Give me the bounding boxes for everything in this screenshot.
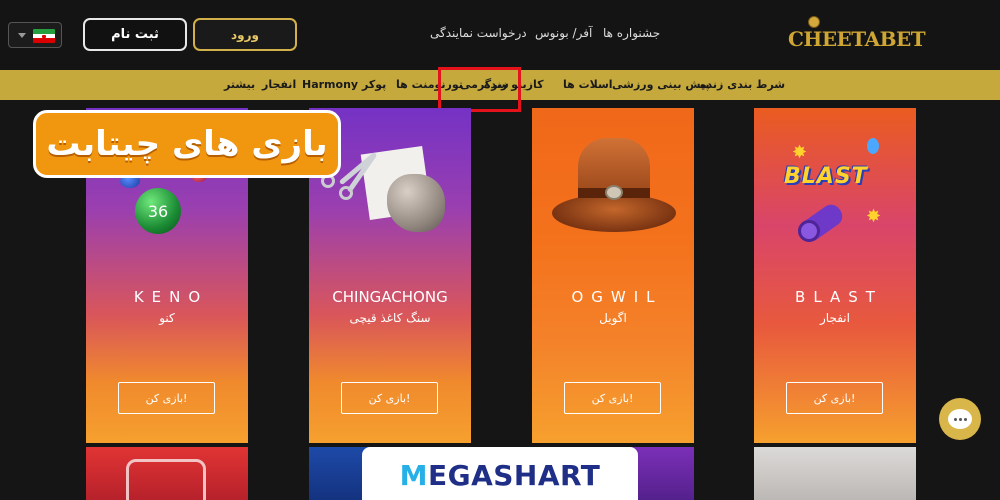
play-button-ogwil[interactable]: بازی کن! xyxy=(564,382,661,414)
chevron-down-icon xyxy=(18,33,26,38)
star-icon: ✸ xyxy=(792,142,808,163)
game-name: CHINGACHONG xyxy=(332,288,448,306)
chat-icon xyxy=(948,409,972,429)
game-name: KENO xyxy=(133,288,209,306)
keno-ball-icon: 36 xyxy=(135,188,181,234)
nav-more[interactable]: بیشتر xyxy=(224,78,255,91)
nav-poker[interactable]: پوکر xyxy=(362,78,386,91)
register-button[interactable]: ثبت نام xyxy=(83,18,187,51)
game-card-ogwil[interactable]: OGWIL اگویل بازی کن! xyxy=(532,108,694,443)
play-button-keno[interactable]: بازی کن! xyxy=(118,382,215,414)
nav-slots[interactable]: اسلات ها xyxy=(563,78,613,91)
login-button[interactable]: ورود xyxy=(193,18,297,51)
top-link-festivals[interactable]: جشنواره ها xyxy=(603,26,660,40)
overlay-title: بازی های چیتابت xyxy=(33,110,341,178)
flag-iran-icon xyxy=(33,29,55,43)
top-link-offers[interactable]: آفر/ بونوس xyxy=(535,26,592,40)
watermark-logo: M EGASHART xyxy=(362,447,638,500)
game-card-partial[interactable] xyxy=(754,447,916,500)
header: ثبت نام ورود جشنواره ها آفر/ بونوس درخوا… xyxy=(0,0,1000,70)
chat-button[interactable] xyxy=(939,398,981,440)
hexagon-icon xyxy=(126,459,206,500)
rock-icon xyxy=(387,174,445,232)
blast-logo: BLAST xyxy=(784,164,868,189)
language-selector[interactable] xyxy=(8,22,62,48)
game-subname: انفجار xyxy=(820,311,850,325)
highlight-frame xyxy=(438,67,521,112)
play-button-blast[interactable]: بازی کن! xyxy=(786,382,883,414)
top-link-agency[interactable]: درخواست نمایندگی xyxy=(430,26,527,40)
nav-crash[interactable]: انفجار xyxy=(262,78,296,91)
balloon-icon xyxy=(867,138,879,154)
game-card-blast[interactable]: ✸ ✸ BLAST BLAST انفجار بازی کن! xyxy=(754,108,916,443)
cheetabet-logo[interactable]: CHEETABET xyxy=(786,14,926,58)
play-button-chingachong[interactable]: بازی کن! xyxy=(341,382,438,414)
nav-live-betting[interactable]: شرط بندی زنده xyxy=(700,78,785,91)
nav-sports-prediction[interactable]: پیش بینی ورزشی xyxy=(612,78,710,91)
star-icon: ✸ xyxy=(866,206,882,227)
game-subname: اگویل xyxy=(599,311,627,325)
nav-harmony[interactable]: Harmony xyxy=(302,78,358,91)
game-card-partial[interactable] xyxy=(86,447,248,500)
game-subname: کنو xyxy=(159,311,175,325)
game-name: OGWIL xyxy=(571,288,663,306)
game-subname: سنگ کاغذ قیچی xyxy=(349,311,431,325)
game-name: BLAST xyxy=(795,288,883,306)
